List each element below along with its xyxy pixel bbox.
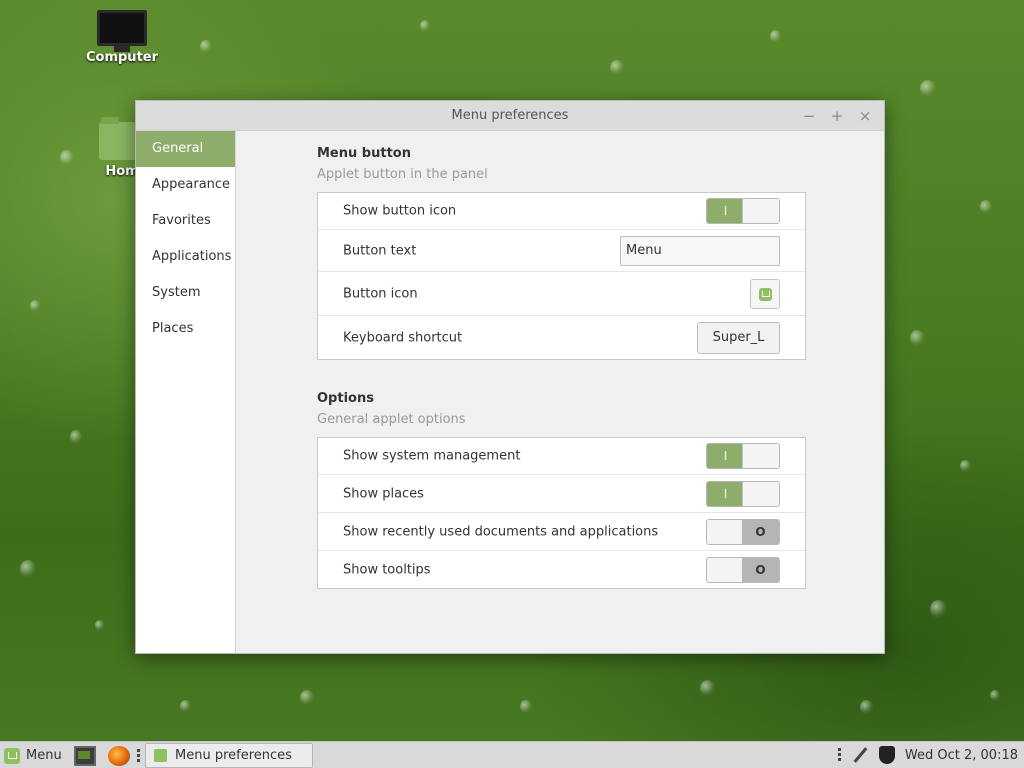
setting-label: Keyboard shortcut xyxy=(343,330,463,345)
update-manager-shield-icon[interactable] xyxy=(878,746,895,764)
toggle-off-glyph: O xyxy=(742,557,779,582)
menu-button-section-title: Menu button xyxy=(317,146,411,161)
setting-label: Button text xyxy=(343,243,417,258)
options-settings-box: Show system management I Show places I S… xyxy=(317,437,806,589)
toggle-on-glyph: I xyxy=(707,444,744,468)
show-places-toggle[interactable]: I xyxy=(706,480,780,507)
setting-label: Show button icon xyxy=(343,203,457,219)
desktop-icon-label: Computer xyxy=(85,50,159,65)
setting-row-show-places: Show places I xyxy=(318,475,805,513)
panel-grip-icon xyxy=(137,749,140,763)
sidebar: General Appearance Favorites Application… xyxy=(136,131,236,653)
sidebar-item-applications[interactable]: Applications xyxy=(136,239,235,275)
tray-grip-icon xyxy=(837,748,841,762)
toggle-knob xyxy=(707,519,744,544)
sidebar-item-system[interactable]: System xyxy=(136,275,235,311)
sidebar-item-general[interactable]: General xyxy=(136,131,235,167)
toggle-on-glyph: I xyxy=(707,481,744,506)
settings-content: Menu button Applet button in the panel S… xyxy=(236,131,884,653)
show-tooltips-toggle[interactable]: O xyxy=(706,556,780,583)
setting-row-show-system-management: Show system management I xyxy=(318,438,805,475)
options-section-subtitle: General applet options xyxy=(317,412,466,427)
toggle-knob xyxy=(742,481,779,506)
toggle-on-glyph: I xyxy=(707,199,744,223)
menu-applet-label: Menu xyxy=(26,748,62,763)
menu-applet-button[interactable]: Menu xyxy=(4,745,62,766)
window-app-icon xyxy=(154,749,167,762)
menu-button-section-subtitle: Applet button in the panel xyxy=(317,167,488,182)
show-system-management-toggle[interactable]: I xyxy=(706,443,780,469)
setting-row-show-button-icon: Show button icon I xyxy=(318,193,805,230)
keyboard-shortcut-button[interactable]: Super_L xyxy=(697,321,780,354)
show-recent-toggle[interactable]: O xyxy=(706,518,780,545)
firefox-launcher-icon[interactable] xyxy=(108,746,130,766)
computer-icon xyxy=(97,10,147,52)
terminal-launcher-icon[interactable] xyxy=(74,746,96,766)
setting-row-show-tooltips: Show tooltips O xyxy=(318,551,805,588)
window-title: Menu preferences xyxy=(451,108,569,123)
minimize-button[interactable]: − xyxy=(798,105,820,127)
menu-button-settings-box: Show button icon I Button text Button ic… xyxy=(317,192,806,360)
setting-row-keyboard-shortcut: Keyboard shortcut Super_L xyxy=(318,316,805,359)
sidebar-item-favorites[interactable]: Favorites xyxy=(136,203,235,239)
sidebar-item-places[interactable]: Places xyxy=(136,311,235,347)
setting-label: Show tooltips xyxy=(343,562,431,577)
mint-logo-icon xyxy=(759,287,772,301)
desktop-computer-icon[interactable]: Computer xyxy=(82,10,162,65)
setting-row-button-text: Button text xyxy=(318,230,805,272)
clock[interactable]: Wed Oct 2, 00:18 xyxy=(905,748,1018,763)
toggle-knob xyxy=(707,557,744,582)
close-button[interactable]: × xyxy=(854,105,876,127)
button-icon-chooser[interactable] xyxy=(750,278,780,309)
mint-logo-icon xyxy=(4,747,20,764)
system-tray: Wed Oct 2, 00:18 xyxy=(837,746,1018,764)
taskbar: Menu Menu preferences Wed Oct 2, 00:18 xyxy=(0,741,1024,768)
options-section-title: Options xyxy=(317,391,374,406)
setting-label: Show places xyxy=(343,486,424,501)
show-button-icon-toggle[interactable]: I xyxy=(706,198,780,224)
taskbar-window-button[interactable]: Menu preferences xyxy=(145,743,313,768)
sidebar-item-appearance[interactable]: Appearance xyxy=(136,167,235,203)
setting-label: Show system management xyxy=(343,448,521,464)
taskbar-window-label: Menu preferences xyxy=(175,748,292,763)
titlebar[interactable]: Menu preferences − + × xyxy=(136,101,884,131)
setting-row-button-icon: Button icon xyxy=(318,272,805,316)
menu-preferences-window: Menu preferences − + × General Appearanc… xyxy=(135,100,885,654)
setting-label: Button icon xyxy=(343,286,418,301)
maximize-button[interactable]: + xyxy=(826,105,848,127)
toggle-knob xyxy=(742,444,779,468)
button-text-input[interactable] xyxy=(620,235,780,266)
toggle-knob xyxy=(742,199,779,223)
toggle-off-glyph: O xyxy=(742,519,779,544)
setting-row-show-recent: Show recently used documents and applica… xyxy=(318,513,805,551)
setting-label: Show recently used documents and applica… xyxy=(343,524,659,539)
network-icon[interactable] xyxy=(851,746,869,764)
